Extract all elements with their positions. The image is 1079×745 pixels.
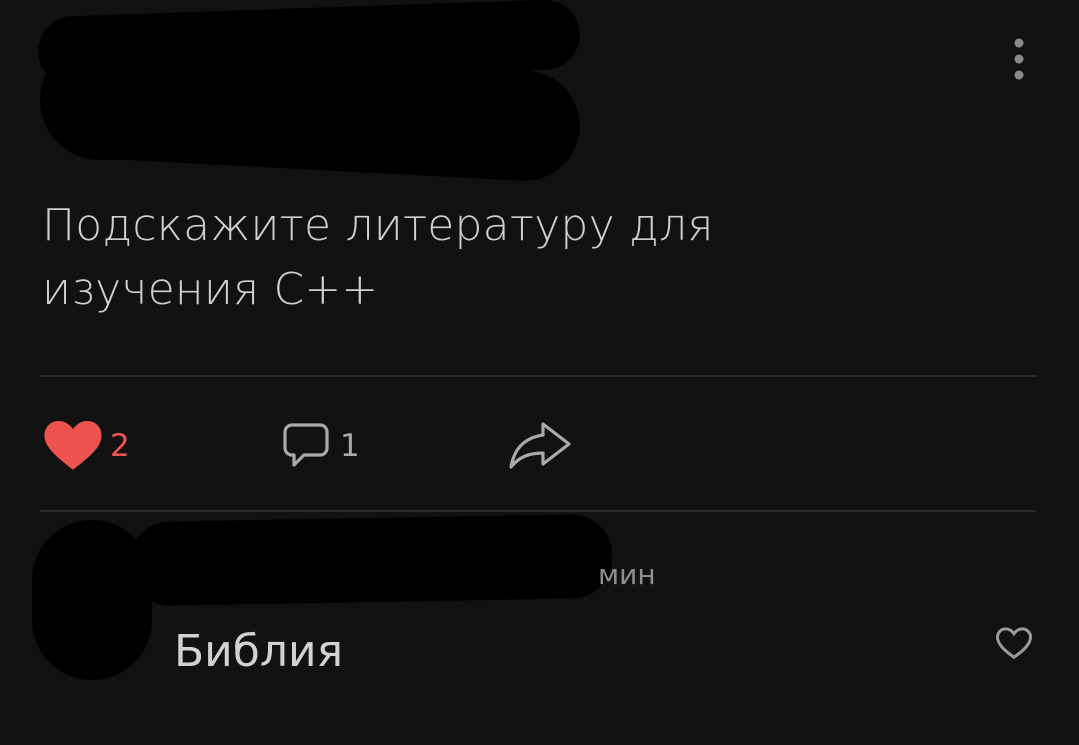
like-button[interactable]: 2 [44, 421, 130, 471]
post-screen: Подскажите литературу для изучения С++ 2… [0, 0, 1079, 745]
comments-divider [40, 510, 1036, 512]
more-vertical-icon[interactable] [1008, 36, 1030, 82]
comment-button[interactable]: 1 [282, 421, 360, 471]
like-count: 2 [110, 428, 130, 464]
heart-outline-icon[interactable] [994, 625, 1034, 661]
comment-text: Библия [174, 626, 344, 677]
heart-filled-icon [44, 421, 102, 470]
share-arrow-icon[interactable] [505, 420, 575, 470]
comment-bubble-icon [283, 423, 329, 467]
post-divider [40, 375, 1036, 377]
comment-time: мин [598, 558, 656, 591]
post-text: Подскажите литературу для изучения С++ [42, 200, 714, 315]
comment-count: 1 [340, 428, 360, 464]
redacted-commenter-name [129, 513, 613, 607]
